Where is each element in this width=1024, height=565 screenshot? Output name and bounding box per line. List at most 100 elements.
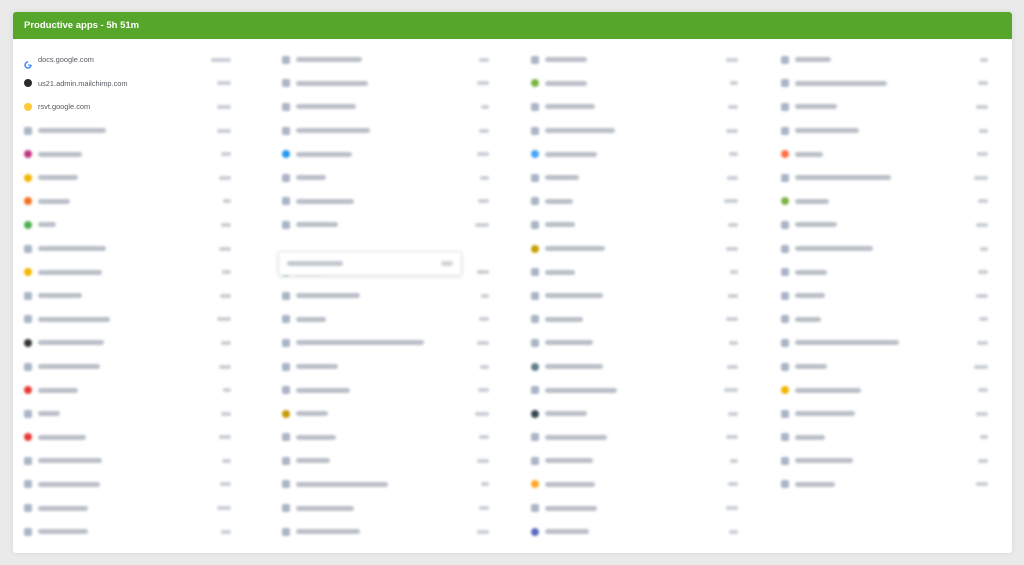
duration-bar [728,482,738,487]
duration-bar [726,506,738,511]
app-row[interactable] [520,213,754,237]
app-row[interactable] [520,331,754,355]
app-label-redacted [545,293,603,299]
app-row[interactable] [770,284,1004,308]
app-row[interactable] [13,402,247,426]
app-row[interactable] [770,72,1004,96]
app-row[interactable] [13,520,247,544]
app-row[interactable] [271,284,505,308]
app-row[interactable] [271,473,505,497]
app-row[interactable] [770,237,1004,261]
app-row[interactable] [770,426,1004,450]
app-row[interactable] [520,355,754,379]
app-favicon-icon [24,527,32,536]
app-row[interactable] [520,237,754,261]
app-row[interactable] [271,213,505,237]
app-row[interactable] [13,308,247,332]
app-row[interactable] [13,284,247,308]
app-row[interactable] [520,142,754,166]
app-row[interactable] [520,166,754,190]
duration-bar [217,506,231,511]
app-row[interactable] [520,426,754,450]
app-favicon-icon [282,480,290,489]
app-row[interactable] [770,378,1004,402]
app-row[interactable] [13,213,247,237]
mailchimp-icon [24,79,32,88]
app-row[interactable] [271,449,505,473]
app-row[interactable] [13,119,247,143]
app-row[interactable] [13,260,247,284]
app-row[interactable] [271,496,505,520]
app-row[interactable] [13,355,247,379]
app-row-docs-google[interactable]: docs.google.com [13,48,247,72]
app-row[interactable] [13,237,247,261]
app-row[interactable] [770,48,1004,72]
app-row[interactable] [271,331,505,355]
app-favicon-icon [282,150,290,159]
app-row[interactable] [13,142,247,166]
app-row[interactable] [520,473,754,497]
app-row[interactable] [13,190,247,214]
app-favicon-icon [24,409,32,418]
app-row[interactable] [271,378,505,402]
app-favicon-icon [24,126,32,135]
app-row[interactable] [13,473,247,497]
app-row[interactable] [520,95,754,119]
app-row-mailchimp[interactable]: us21.admin.mailchimp.com [13,72,247,96]
app-row[interactable] [271,355,505,379]
app-row[interactable] [271,72,505,96]
app-row[interactable] [770,473,1004,497]
app-row[interactable] [13,378,247,402]
app-row[interactable] [520,496,754,520]
app-row[interactable] [520,119,754,143]
app-row[interactable] [770,95,1004,119]
app-row[interactable] [520,284,754,308]
duration-bar [480,175,489,180]
app-row[interactable] [520,449,754,473]
app-row[interactable] [770,402,1004,426]
app-row[interactable] [271,95,505,119]
app-row[interactable] [13,331,247,355]
app-favicon-icon [781,338,789,347]
app-row[interactable] [520,520,754,544]
app-row[interactable] [520,308,754,332]
app-label-redacted [795,198,829,204]
app-row[interactable] [770,260,1004,284]
app-row[interactable] [271,166,505,190]
app-row[interactable] [770,119,1004,143]
app-row[interactable] [13,426,247,450]
app-row[interactable] [770,308,1004,332]
app-row[interactable] [13,166,247,190]
app-label-redacted [38,128,106,134]
app-row[interactable] [770,331,1004,355]
app-row-rsvt-google[interactable]: rsvt.google.com [13,95,247,119]
app-row[interactable] [770,142,1004,166]
app-row[interactable] [520,402,754,426]
app-row[interactable] [770,190,1004,214]
app-row[interactable] [520,190,754,214]
app-row[interactable] [770,213,1004,237]
app-favicon-icon [781,220,789,229]
app-row[interactable] [770,449,1004,473]
app-row[interactable] [271,520,505,544]
app-row[interactable] [770,355,1004,379]
app-row[interactable] [13,496,247,520]
app-row[interactable] [271,190,505,214]
app-row[interactable] [520,72,754,96]
app-row[interactable] [520,260,754,284]
app-row[interactable] [271,426,505,450]
app-row[interactable] [271,48,505,72]
app-row[interactable] [271,308,505,332]
duration-bar [728,104,738,109]
app-row[interactable] [520,378,754,402]
app-label-redacted [795,458,853,464]
duration-bar [217,317,231,322]
app-row[interactable] [13,449,247,473]
app-favicon-icon [781,197,789,206]
app-row[interactable] [271,119,505,143]
app-row[interactable] [520,48,754,72]
app-favicon-icon [781,433,789,442]
app-row[interactable] [770,166,1004,190]
app-row[interactable] [271,402,505,426]
app-row[interactable] [271,142,505,166]
